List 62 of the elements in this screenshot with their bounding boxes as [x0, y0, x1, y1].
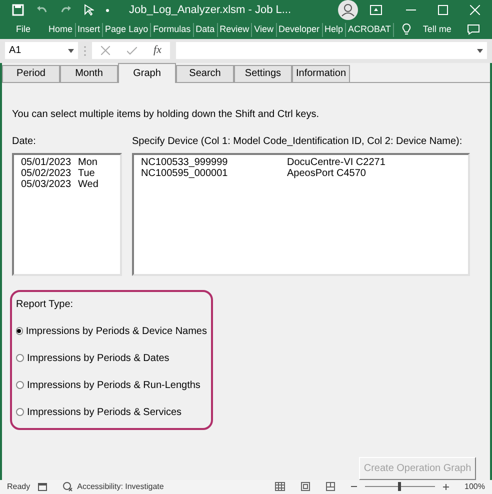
- window-title: Job_Log_Analyzer.xlsm - Job L...: [129, 3, 292, 18]
- caret-icon[interactable]: [68, 48, 74, 53]
- form-tab[interactable]: Period: [2, 64, 60, 83]
- avatar-icon[interactable]: [338, 0, 358, 20]
- check-icon[interactable]: [126, 46, 137, 55]
- device-item[interactable]: NC100533_999999 DocuCentre-VI C2271: [141, 156, 468, 168]
- device-list[interactable]: NC100533_999999 DocuCentre-VI C2271 NC100595_000001 ApeosPort C4570: [132, 152, 470, 276]
- radio-label[interactable]: Impressions by Periods & Services: [27, 404, 182, 420]
- form-tab[interactable]: Month: [60, 64, 118, 83]
- date-item[interactable]: 05/01/2023 Mon: [21, 156, 120, 168]
- zoom-slider-thumb[interactable]: [398, 482, 402, 492]
- ribbon-tab[interactable]: Insert: [76, 22, 102, 36]
- radio-label[interactable]: Impressions by Periods & Run-Lengths: [27, 378, 200, 393]
- accessibility-status[interactable]: Accessibility: Investigate: [77, 480, 164, 493]
- ribbon-tab[interactable]: Developer: [276, 22, 322, 36]
- name-box[interactable]: A1: [5, 42, 78, 60]
- page-break-icon[interactable]: [326, 482, 335, 492]
- date-list[interactable]: 05/01/2023 Mon 05/02/2023 Tue 05/03/2023 Wed: [12, 152, 122, 276]
- device-label: Specify Device (Col 1: Model Code_Identification ID, Col 2: Device Name):: [132, 134, 464, 149]
- accessibility-icon[interactable]: [63, 482, 74, 492]
- date-label: Date:: [12, 134, 37, 149]
- zoom-in-icon[interactable]: [442, 484, 449, 490]
- radio-button[interactable]: [16, 327, 23, 336]
- formula-field[interactable]: [176, 42, 487, 60]
- report-type-label: Report Type:: [16, 298, 74, 312]
- instruction-text: You can select multiple items by holding down the Shift and Ctrl keys.: [12, 108, 320, 122]
- form-tab[interactable]: Information: [292, 64, 350, 83]
- status-text: Ready: [7, 480, 30, 493]
- date-item[interactable]: 05/02/2023 Tue: [21, 168, 120, 179]
- comment-icon[interactable]: [467, 24, 480, 36]
- ribbon-tab[interactable]: Data: [194, 22, 217, 36]
- ribbon-tab[interactable]: ACROBAT: [346, 22, 393, 36]
- maximize-icon[interactable]: [438, 5, 448, 16]
- radio-label[interactable]: Impressions by Periods & Device Names: [26, 324, 207, 339]
- radio-button[interactable]: [16, 354, 24, 362]
- device-item[interactable]: NC100595_000001 ApeosPort C4570: [141, 168, 468, 179]
- ribbon-tab[interactable]: File: [14, 22, 33, 36]
- ribbon-display-icon[interactable]: [370, 5, 382, 16]
- tell-me-field[interactable]: Tell me: [422, 22, 452, 36]
- pointer-icon[interactable]: [84, 4, 94, 16]
- zoom-level[interactable]: 100%: [464, 480, 485, 493]
- ribbon-tab[interactable]: Page Layo: [103, 22, 150, 36]
- expand-caret-icon[interactable]: [477, 48, 483, 53]
- ribbon-tab[interactable]: Home: [46, 22, 75, 36]
- radio-button[interactable]: [16, 381, 24, 390]
- insert-function-button[interactable]: fx: [154, 42, 162, 59]
- form-tab[interactable]: Settings: [234, 64, 292, 83]
- calendar-icon[interactable]: [38, 482, 48, 492]
- radio-button[interactable]: [16, 408, 24, 416]
- normal-view-icon[interactable]: [274, 482, 285, 492]
- ribbon-tab[interactable]: Review: [218, 22, 252, 36]
- date-item[interactable]: 05/03/2023 Wed: [21, 178, 120, 190]
- ribbon-tab[interactable]: View: [252, 22, 276, 36]
- close-icon[interactable]: [470, 5, 480, 16]
- radio-label[interactable]: Impressions by Periods & Dates: [27, 350, 170, 366]
- page-layout-icon[interactable]: [300, 482, 310, 492]
- form-tab[interactable]: Graph: [118, 62, 176, 83]
- ribbon-tab[interactable]: Formulas: [151, 22, 193, 36]
- form-tab[interactable]: Search: [176, 64, 234, 83]
- save-icon[interactable]: [12, 4, 24, 16]
- ribbon-tab[interactable]: Help: [322, 22, 346, 36]
- lightbulb-icon[interactable]: [402, 23, 411, 36]
